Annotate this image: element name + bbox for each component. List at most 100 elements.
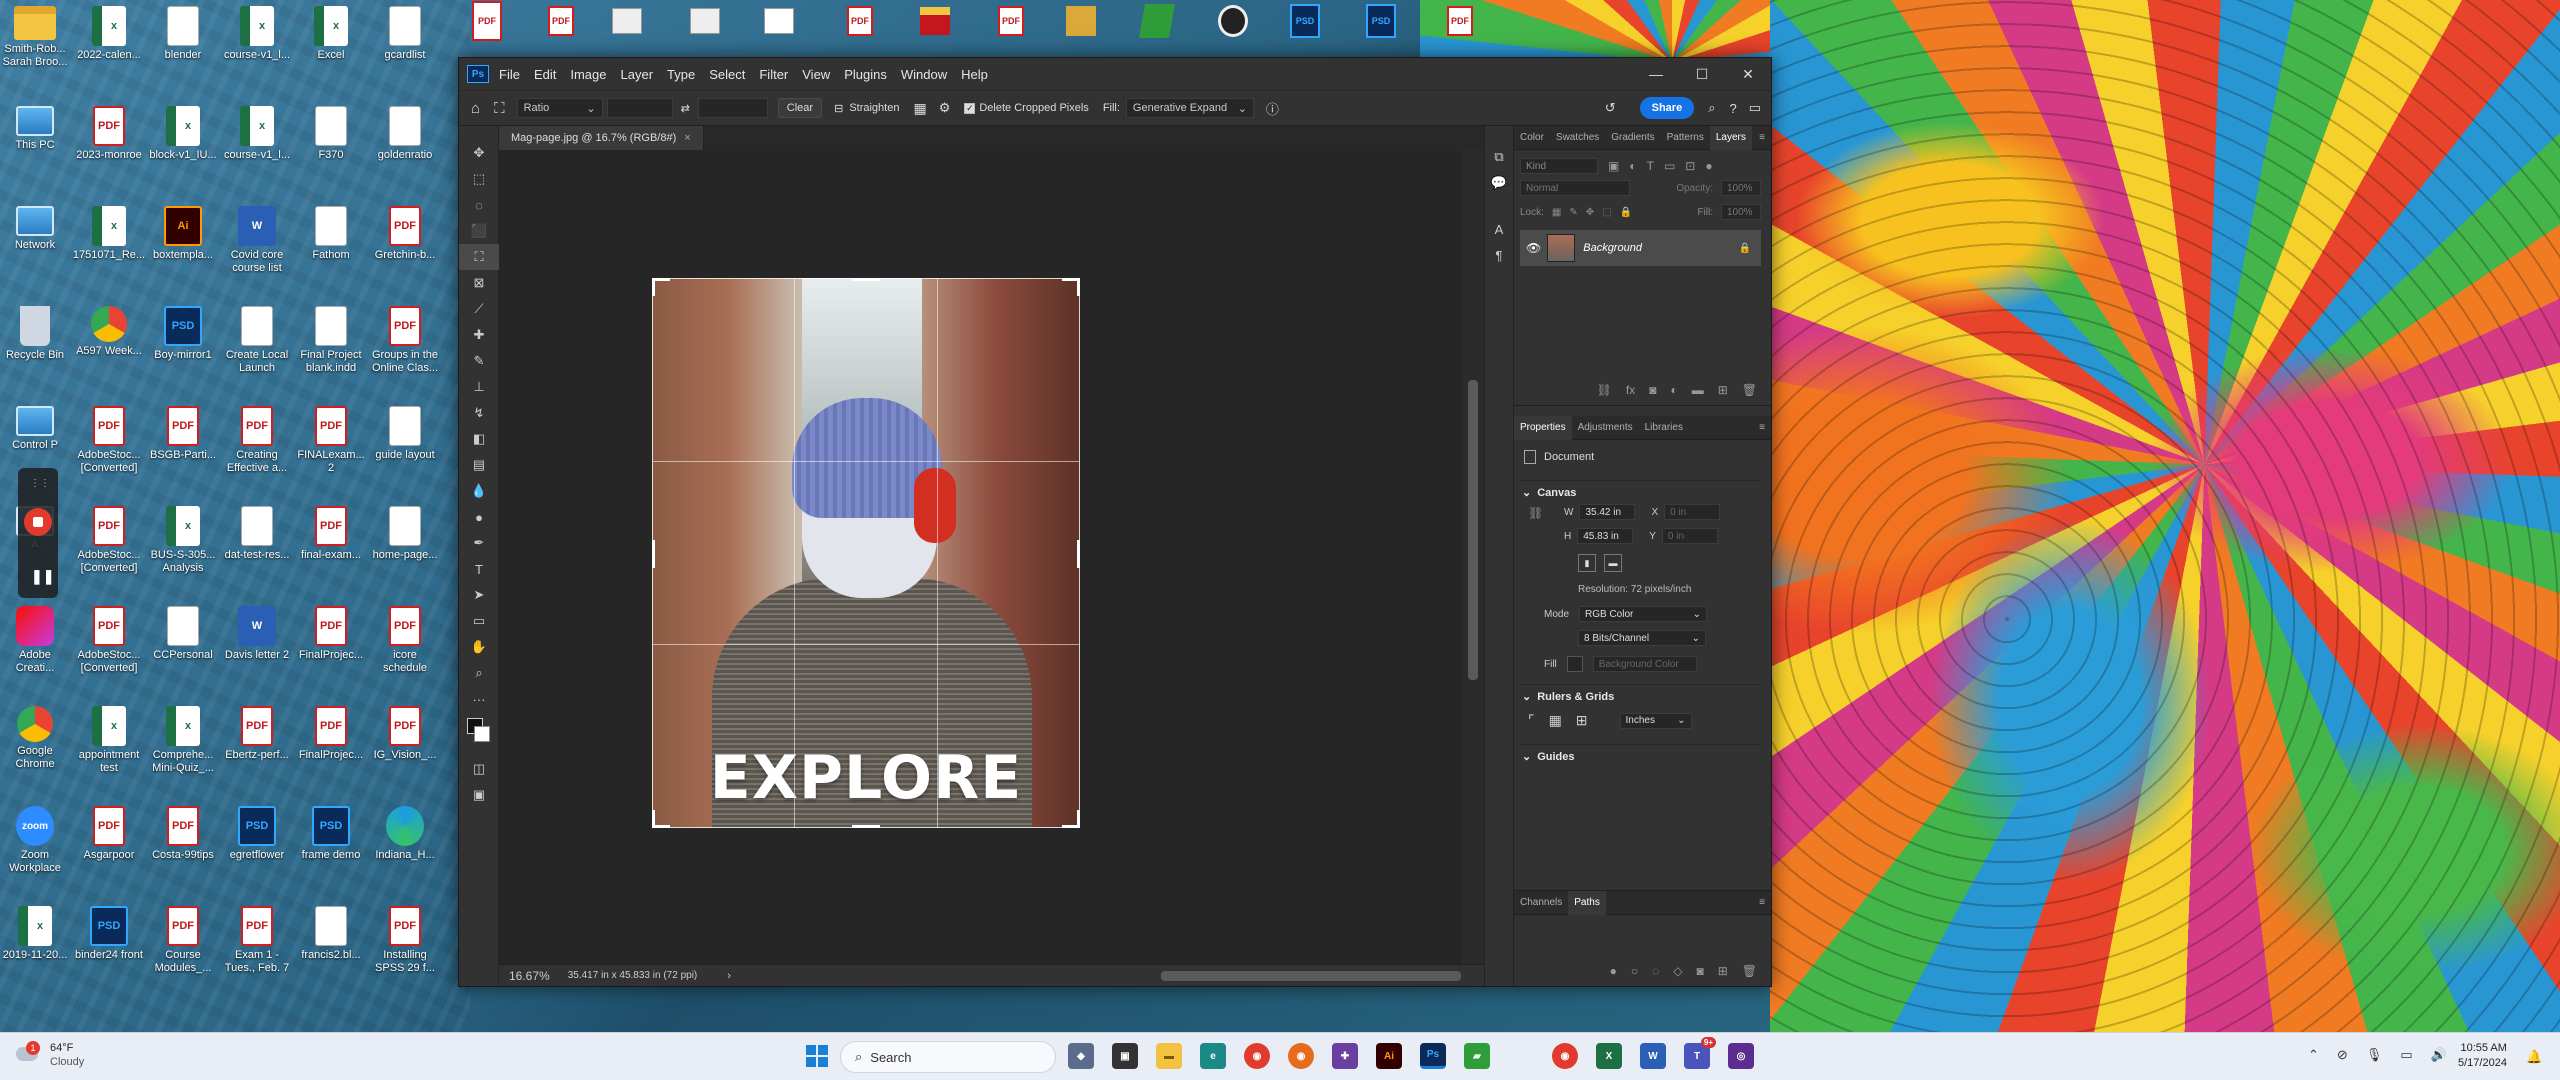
maximize-button[interactable]: ☐ [1679, 58, 1725, 90]
healing-brush-tool-icon[interactable]: ✚ [459, 322, 499, 348]
opacity-input[interactable]: 100% [1721, 180, 1761, 196]
menu-item-view[interactable]: View [802, 67, 830, 82]
tab-patterns[interactable]: Patterns [1661, 126, 1710, 150]
tab-swatches[interactable]: Swatches [1550, 126, 1605, 150]
guides-grid-icon[interactable]: ⊞ [1576, 712, 1588, 729]
psd-icon[interactable]: PSD [1366, 4, 1396, 38]
desktop-icon[interactable]: PSD frame demo [296, 806, 366, 862]
menu-item-window[interactable]: Window [901, 67, 947, 82]
minimize-button[interactable]: — [1633, 58, 1679, 90]
chrome-profile-icon[interactable]: ◉ [1552, 1043, 1578, 1069]
lock-position-icon[interactable]: ✥ [1586, 207, 1594, 218]
type-tool-icon[interactable]: T [459, 556, 499, 582]
delete-path-icon[interactable]: 🗑 [1742, 964, 1757, 978]
load-selection-icon[interactable]: ◌ [1652, 964, 1659, 978]
crop-handle-top-left[interactable] [652, 278, 655, 296]
eye-visibility-icon[interactable]: 👁 [1526, 241, 1541, 255]
menu-item-filter[interactable]: Filter [759, 67, 788, 82]
desktop-icon[interactable]: PDF Ebertz-perf... [222, 706, 292, 762]
desktop-icon[interactable]: PDF icore schedule [370, 606, 440, 675]
desktop-icon[interactable]: x 2022-calen... [74, 6, 144, 62]
tab-libraries[interactable]: Libraries [1639, 416, 1689, 440]
tab-channels[interactable]: Channels [1514, 891, 1568, 915]
fill-input[interactable]: 100% [1721, 204, 1761, 220]
desktop-icon[interactable]: PDF 2023-monroe [74, 106, 144, 162]
panel-menu-icon[interactable]: ≡ [1753, 126, 1771, 150]
document-tab[interactable]: Mag-page.jpg @ 16.7% (RGB/8#) × [499, 126, 704, 150]
pen-tool-icon[interactable]: ✒ [459, 530, 499, 556]
firefox-icon[interactable]: ◉ [1288, 1043, 1314, 1069]
crop-handle-left[interactable] [652, 540, 655, 568]
notifications-bell-icon[interactable]: 🔔 [2526, 1049, 2542, 1065]
blur-tool-icon[interactable]: 💧 [459, 478, 499, 504]
add-mask-icon[interactable]: ◙ [1649, 383, 1656, 397]
filter-adjust-icon[interactable]: ◐ [1629, 159, 1636, 173]
grid-icon[interactable]: ▦ [1549, 712, 1562, 729]
document-thumbnail-icon[interactable] [764, 8, 794, 34]
desktop-icon[interactable]: This PC [0, 106, 70, 152]
more-tools-icon[interactable]: ··· [459, 686, 499, 712]
mode-select[interactable]: RGB Color ⌄ [1579, 606, 1708, 622]
desktop-icon[interactable]: PSD egretflower [222, 806, 292, 862]
fill-select[interactable]: Generative Expand ⌄ [1125, 98, 1254, 118]
desktop-icon[interactable]: PDF IG_Vision_... [370, 706, 440, 762]
desktop-icon[interactable]: Indiana_H... [370, 806, 440, 862]
desktop-icon[interactable]: goldenratio [370, 106, 440, 162]
weather-widget[interactable]: 1 64°F Cloudy [14, 1041, 84, 1069]
move-tool-icon[interactable]: ✥ [459, 140, 499, 166]
desktop-icon[interactable]: x BUS-S-305... Analysis [148, 506, 218, 575]
grid-overlay-icon[interactable]: ▦ [913, 100, 926, 117]
desktop-icon[interactable]: PDF final-exam... [296, 506, 366, 562]
desktop-icon[interactable]: PDF Creating Effective a... [222, 406, 292, 475]
workspace-icon[interactable]: ▭ [1749, 100, 1761, 116]
desktop-icon[interactable]: Ai boxtempla... [148, 206, 218, 262]
desktop-icon[interactable]: PDF Asgarpoor [74, 806, 144, 862]
swap-icon[interactable]: ⇄ [681, 102, 690, 115]
landscape-orientation-icon[interactable]: ▬ [1604, 554, 1622, 572]
crop-handle-bottom[interactable] [852, 825, 880, 828]
lock-artboard-icon[interactable]: ⬚ [1602, 207, 1611, 218]
desktop-icon[interactable]: W Covid core course list [222, 206, 292, 275]
desktop-icon[interactable]: x Excel [296, 6, 366, 62]
delete-cropped-checkbox[interactable]: ✓ [964, 102, 976, 114]
desktop-icon[interactable]: PDF FinalProjec... [296, 706, 366, 762]
fill-color-swatch[interactable] [1566, 656, 1583, 672]
desktop-icon[interactable]: Control P [0, 406, 70, 452]
pdf-icon[interactable]: PDF [1447, 6, 1473, 36]
desktop-icon[interactable]: PDF BSGB-Parti... [148, 406, 218, 462]
eyedropper-tool-icon[interactable]: ⟋ [459, 296, 499, 322]
filter-toggle-icon[interactable]: ● [1705, 159, 1712, 173]
vertical-scroll-thumb[interactable] [1468, 380, 1478, 680]
layer-style-icon[interactable]: fx [1626, 383, 1635, 397]
make-path-icon[interactable]: ◇ [1673, 964, 1682, 978]
stroke-path-icon[interactable]: ○ [1631, 964, 1638, 978]
frame-tool-icon[interactable]: ⊠ [459, 270, 499, 296]
photoshop-icon[interactable]: Ps [1420, 1043, 1446, 1069]
desktop-icon[interactable]: francis2.bl... [296, 906, 366, 962]
pdf-icon[interactable]: PDF [998, 6, 1024, 36]
desktop-icon[interactable]: PDF AdobeStoc... [Converted] [74, 406, 144, 475]
lasso-tool-icon[interactable]: ◌ [459, 192, 499, 218]
marquee-tool-icon[interactable]: ⬚ [459, 166, 499, 192]
folder-icon[interactable] [1066, 6, 1096, 36]
new-group-icon[interactable]: ▬ [1692, 383, 1704, 397]
excel-icon[interactable]: X [1596, 1043, 1622, 1069]
task-view-icon[interactable]: ▣ [1112, 1043, 1138, 1069]
share-button[interactable]: Share [1639, 97, 1695, 119]
desktop-icon[interactable]: CCPersonal [148, 606, 218, 662]
desktop-icon[interactable]: Adobe Creati... [0, 606, 70, 675]
desktop-icon[interactable]: Google Chrome [0, 706, 70, 771]
menu-item-file[interactable]: File [499, 67, 520, 82]
brush-tool-icon[interactable]: ✎ [459, 348, 499, 374]
gradient-tool-icon[interactable]: ▤ [459, 452, 499, 478]
copilot-icon[interactable]: ◆ [1068, 1043, 1094, 1069]
delete-layer-icon[interactable]: 🗑 [1742, 383, 1757, 397]
app-icon[interactable]: ✚ [1332, 1043, 1358, 1069]
desktop-icon[interactable]: Final Project blank.indd [296, 306, 366, 375]
filter-shape-icon[interactable]: ▭ [1664, 159, 1675, 173]
volume-icon[interactable]: 🔊 [2431, 1047, 2447, 1063]
rectangle-tool-icon[interactable]: ▭ [459, 608, 499, 634]
straighten-icon[interactable]: ⊟ [834, 102, 843, 115]
canvas[interactable]: EXPLORE [499, 150, 1462, 964]
info-icon[interactable]: ⓘ [1266, 99, 1279, 118]
